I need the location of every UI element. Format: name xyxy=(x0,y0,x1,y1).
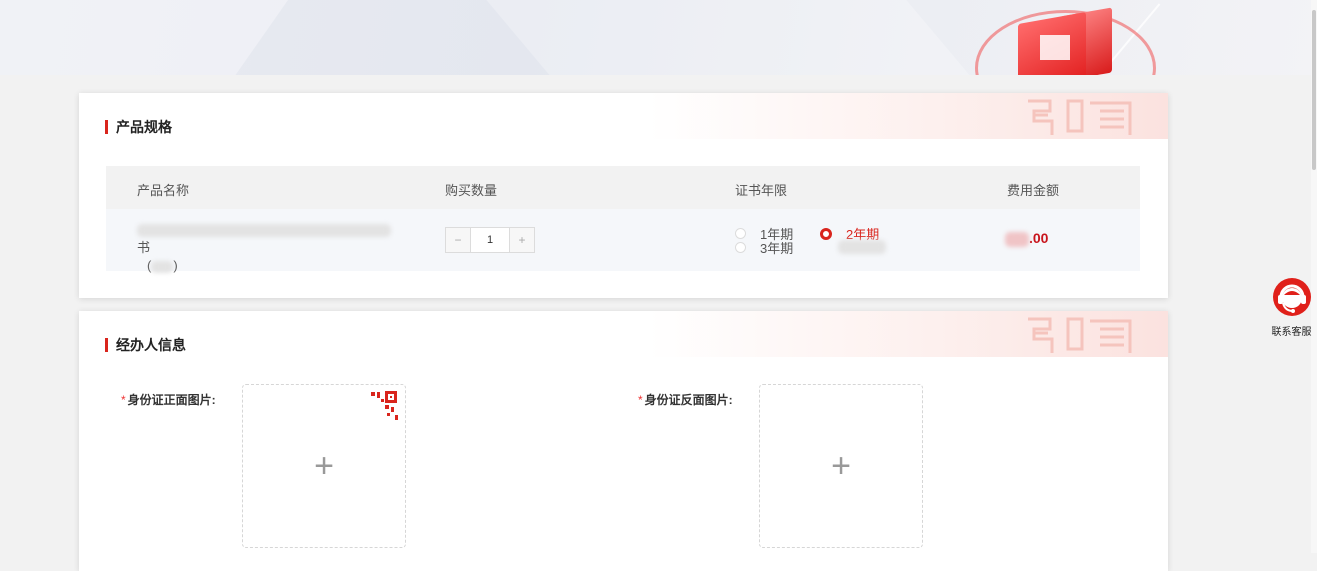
qr-code-icon xyxy=(367,389,399,423)
agent-info-card: 经办人信息 * 身份证正面图片: + * 身份证反面图片: + xyxy=(79,311,1168,571)
spec-table: 产品名称 购买数量 证书年限 费用金额 书 () − 1 + 1年期 2年期 3… xyxy=(106,166,1140,273)
redacted-text xyxy=(137,224,391,238)
table-row: 书 () − 1 + 1年期 2年期 3年期 .00 xyxy=(106,209,1140,273)
product-name: 书 () xyxy=(137,221,407,275)
redacted-text xyxy=(1005,231,1029,247)
plus-icon: + xyxy=(831,447,851,485)
id-back-upload[interactable]: + xyxy=(759,384,923,548)
section-title: 产品规格 xyxy=(105,120,172,134)
top-banner xyxy=(0,0,1317,75)
id-front-upload[interactable]: + xyxy=(242,384,406,548)
section-title: 经办人信息 xyxy=(105,338,186,352)
price-amount: .00 xyxy=(1005,230,1048,247)
id-front-label: * 身份证正面图片: xyxy=(121,393,216,407)
headset-icon xyxy=(1272,277,1312,317)
radio-circle[interactable] xyxy=(735,242,746,253)
column-header-quantity: 购买数量 xyxy=(445,183,498,198)
quantity-input[interactable]: 1 xyxy=(470,228,510,252)
radio-circle-selected[interactable] xyxy=(820,227,832,240)
customer-service-label: 联系客服 xyxy=(1271,327,1312,338)
column-header-name: 产品名称 xyxy=(137,183,190,198)
column-header-years: 证书年限 xyxy=(735,183,788,198)
increment-button[interactable]: + xyxy=(510,228,534,252)
card-decoration xyxy=(648,93,1168,139)
quantity-stepper[interactable]: − 1 + xyxy=(445,227,535,253)
redacted-text xyxy=(151,260,174,273)
id-back-label: * 身份证反面图片: xyxy=(638,393,733,407)
decrement-button[interactable]: − xyxy=(446,228,470,252)
radio-3-year[interactable]: 3年期 xyxy=(735,238,793,257)
product-spec-card: 产品规格 产品名称 购买数量 证书年限 费用金额 书 () − 1 + 1年期 xyxy=(79,93,1168,298)
customer-service-button[interactable]: 联系客服 xyxy=(1268,277,1315,338)
card-decoration xyxy=(648,311,1168,357)
column-header-price: 费用金额 xyxy=(1007,183,1060,198)
plus-icon: + xyxy=(314,447,334,485)
redacted-text xyxy=(838,240,886,254)
table-header: 产品名称 购买数量 证书年限 费用金额 xyxy=(106,166,1140,209)
